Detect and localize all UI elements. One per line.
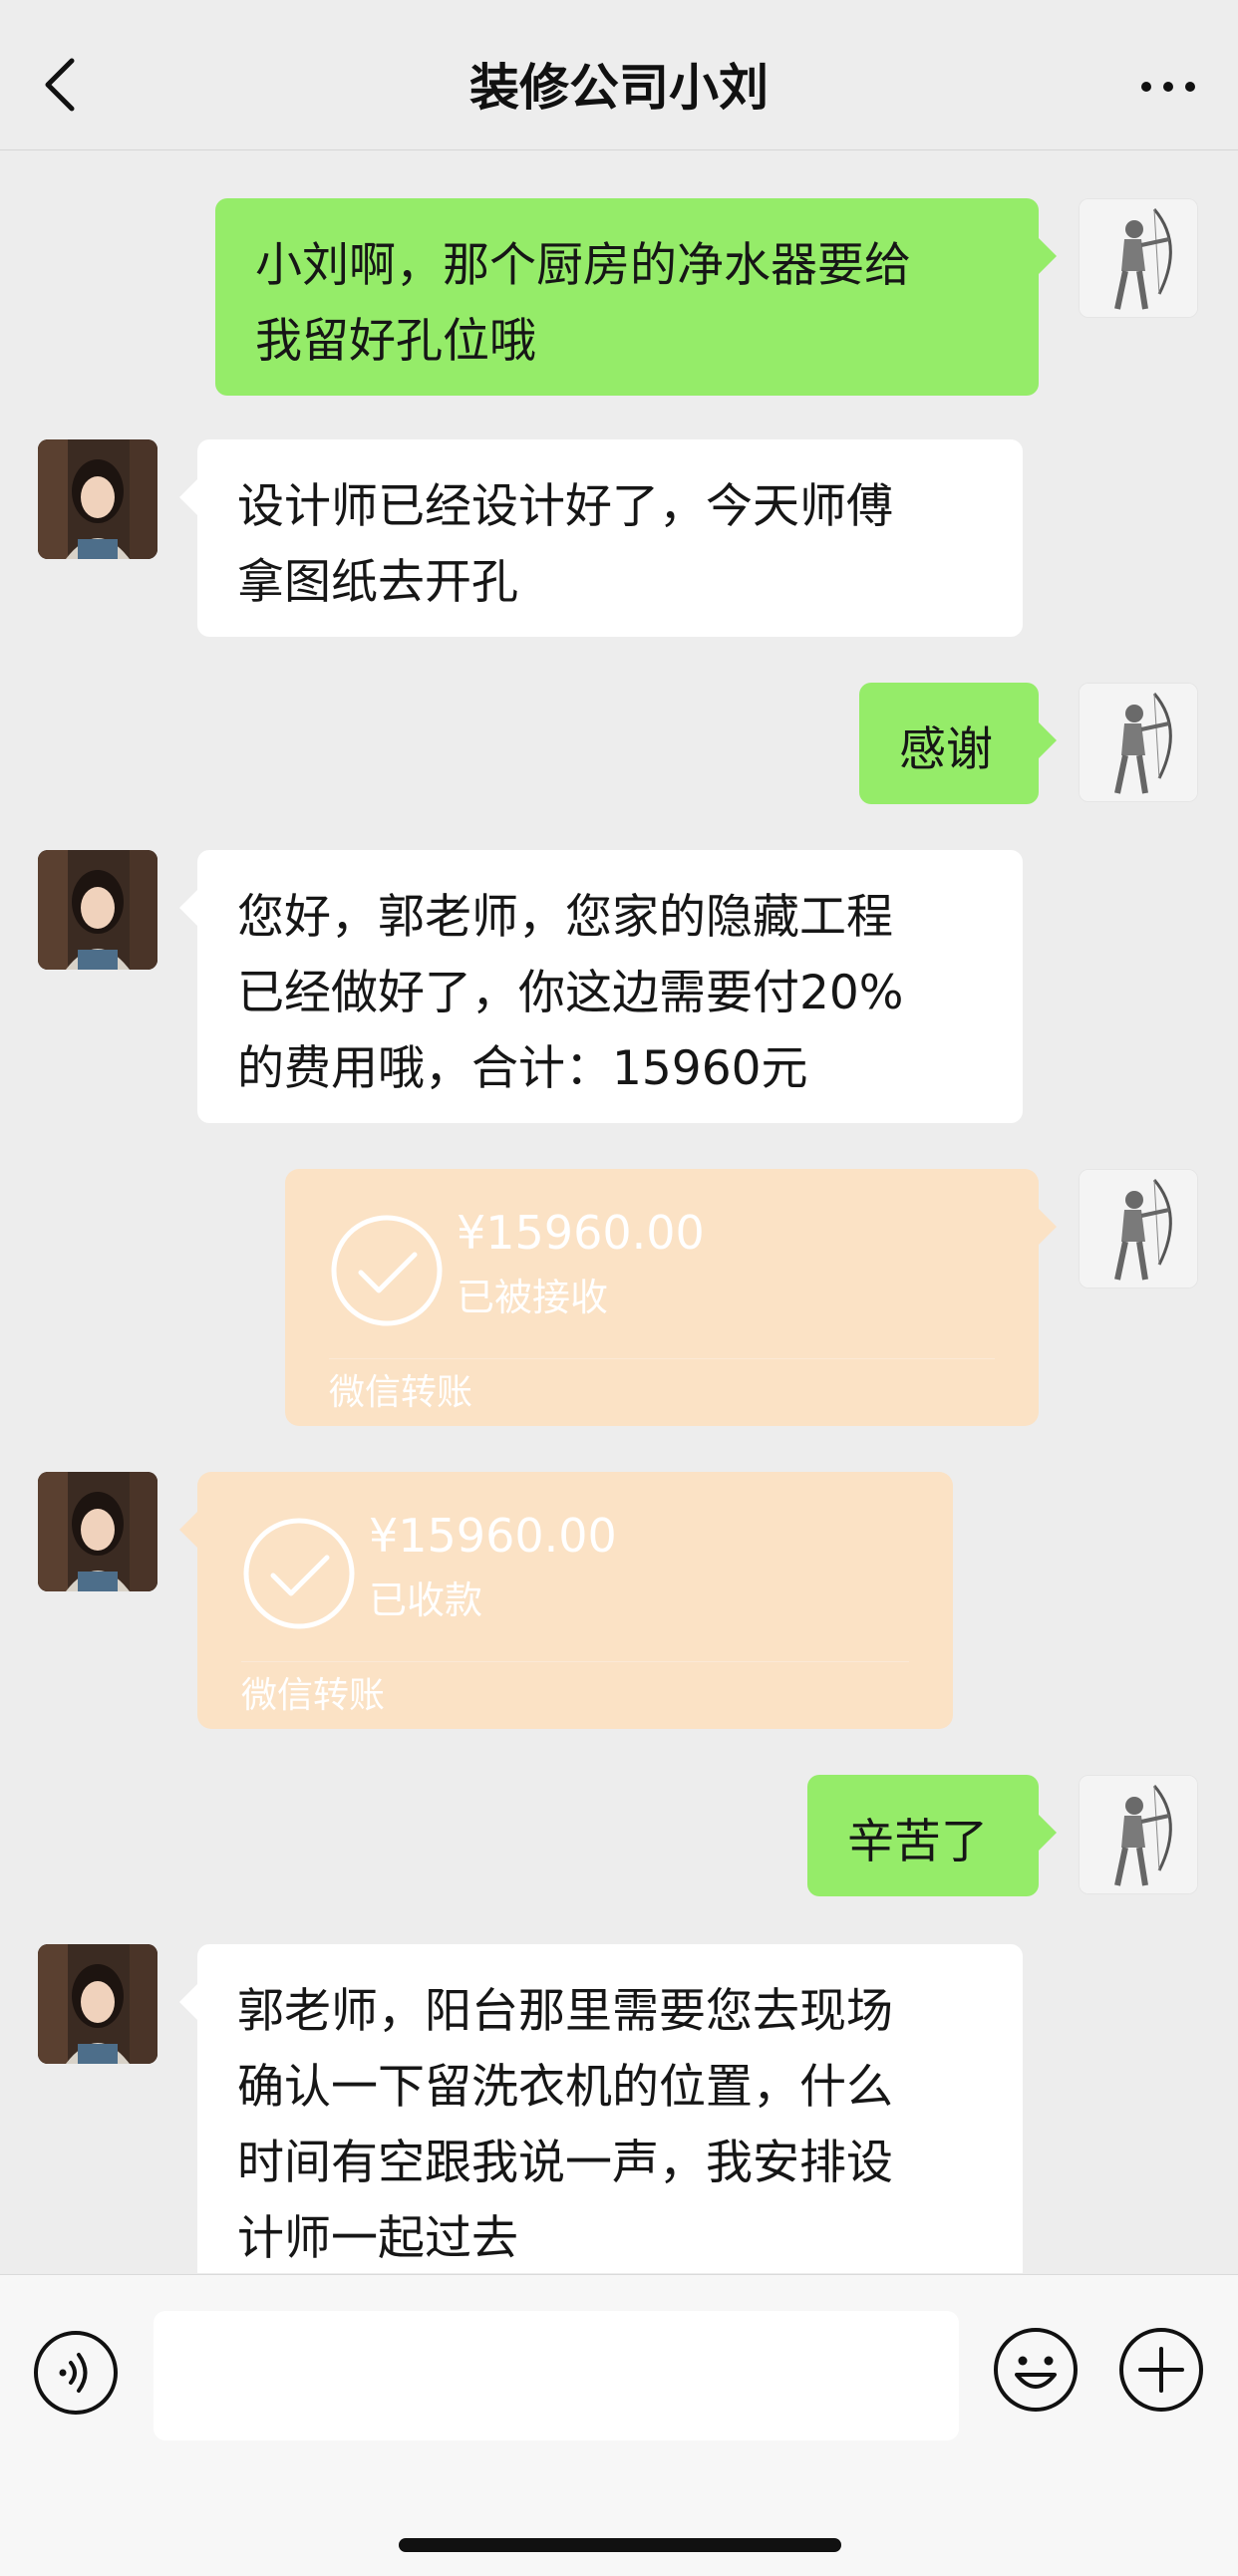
self-avatar[interactable] (1079, 1169, 1198, 1288)
transfer-divider (329, 1358, 995, 1359)
transfer-card-sent[interactable]: ¥15960.00 已被接收 微信转账 (285, 1169, 1057, 1426)
emoji-icon[interactable] (993, 2327, 1079, 2413)
message-input[interactable] (154, 2311, 959, 2440)
chat-title: 装修公司小刘 (469, 59, 769, 117)
check-circle-icon (243, 1518, 355, 1629)
self-avatar[interactable] (1079, 683, 1198, 802)
contact-portrait-icon (38, 1472, 157, 1591)
contact-avatar[interactable] (38, 1472, 157, 1591)
archer-avatar-icon (1080, 684, 1197, 801)
message-bubble-self[interactable]: 小刘啊，那个厨房的净水器要给 我留好孔位哦 (215, 198, 1057, 396)
message-bubble-contact[interactable]: 设计师已经设计好了，今天师傅 拿图纸去开孔 (179, 439, 1023, 637)
self-avatar[interactable] (1079, 198, 1198, 318)
chat-header: 装修公司小刘 (0, 0, 1238, 150)
check-circle-icon (331, 1215, 443, 1326)
archer-avatar-icon (1080, 1170, 1197, 1288)
transfer-label: 微信转账 (241, 1675, 386, 1716)
self-avatar[interactable] (1079, 1775, 1198, 1894)
contact-portrait-icon (38, 1944, 157, 2064)
input-bar (0, 2274, 1238, 2576)
message-bubble-self[interactable]: 感谢 (859, 683, 1057, 804)
message-bubble-self[interactable]: 辛苦了 (807, 1775, 1057, 1896)
message-bubble-contact[interactable]: 郭老师，阳台那里需要您去现场 确认一下留洗衣机的位置，什么 时间有空跟我说一声，… (179, 1944, 1023, 2273)
transfer-status: 已收款 (369, 1578, 483, 1622)
message-bubble-contact[interactable]: 您好，郭老师，您家的隐藏工程 已经做好了，你这边需要付20% 的费用哦，合计：1… (179, 850, 1023, 1123)
home-indicator (399, 2538, 841, 2552)
plus-icon[interactable] (1118, 2327, 1204, 2413)
transfer-amount: ¥15960.00 (369, 1509, 617, 1563)
transfer-card-received[interactable]: ¥15960.00 已收款 微信转账 (179, 1472, 953, 1729)
archer-avatar-icon (1080, 1776, 1197, 1893)
transfer-divider (241, 1661, 909, 1662)
contact-avatar[interactable] (38, 1944, 157, 2064)
transfer-status: 已被接收 (457, 1276, 609, 1319)
transfer-amount: ¥15960.00 (457, 1206, 705, 1260)
voice-icon[interactable] (33, 2330, 119, 2416)
message-list[interactable]: 小刘啊，那个厨房的净水器要给 我留好孔位哦 设计师已经设计好了，今天师傅 拿图纸… (0, 150, 1238, 2273)
contact-portrait-icon (38, 850, 157, 970)
transfer-label: 微信转账 (329, 1372, 473, 1413)
contact-avatar[interactable] (38, 439, 157, 559)
contact-avatar[interactable] (38, 850, 157, 970)
archer-avatar-icon (1080, 199, 1197, 317)
contact-portrait-icon (38, 439, 157, 559)
more-dots-icon[interactable] (1138, 72, 1198, 102)
